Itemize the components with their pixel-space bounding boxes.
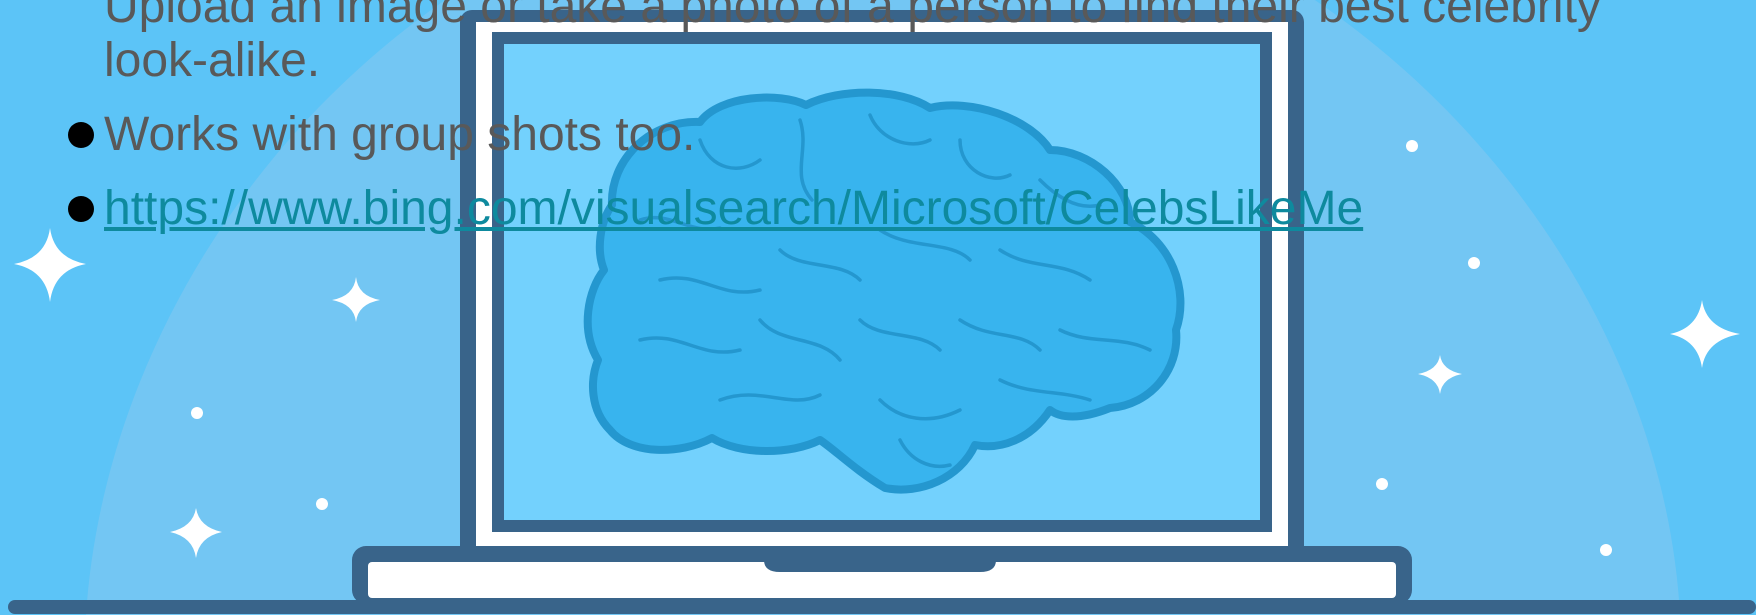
bullet-item: Upload an image or take a photo of a per… (60, 0, 1700, 88)
bullet-marker (68, 122, 94, 148)
bullet-item: https://www.bing.com/visualsearch/Micros… (60, 182, 1700, 236)
bullet-text: Upload an image or take a photo of a per… (104, 0, 1601, 87)
bullet-item: Works with group shots too. (60, 108, 1700, 162)
bullet-list: Upload an image or take a photo of a per… (60, 0, 1700, 256)
sparkle-icon (1670, 300, 1740, 368)
celebs-like-me-link[interactable]: https://www.bing.com/visualsearch/Micros… (104, 182, 1363, 235)
bullet-text: Works with group shots too. (104, 108, 696, 161)
bullet-marker (68, 196, 94, 222)
